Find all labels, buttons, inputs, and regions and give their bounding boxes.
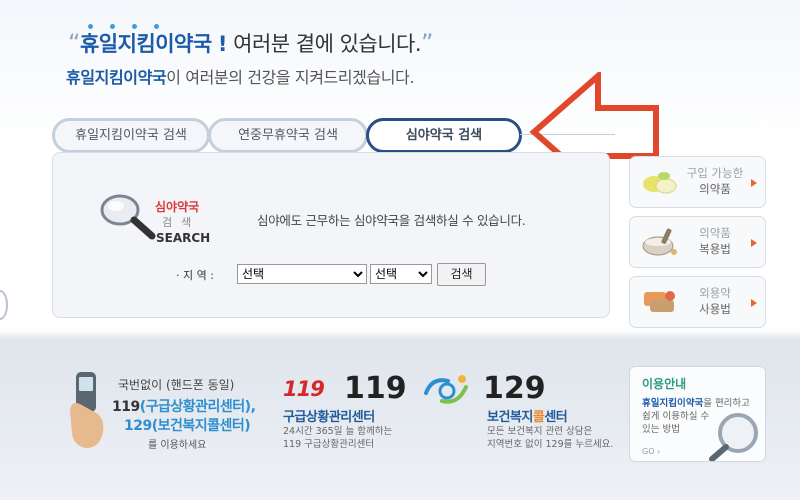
usage-guide-go-link[interactable]: GO ›: [642, 447, 660, 456]
search-logo-subtitle: 검색: [162, 216, 201, 229]
search-logo-english: SEARCH: [156, 231, 211, 245]
usage-guide-desc-line3: 있는 방법: [642, 424, 680, 435]
region-city-select[interactable]: 선택: [237, 264, 367, 284]
phone-info-119: 119: [112, 399, 140, 415]
side-link-available-medicines[interactable]: 구입 가능한의약품: [629, 156, 766, 208]
search-logo-title: 심야약국: [155, 200, 200, 214]
emergency-center-title: 구급상황관리센터: [283, 410, 375, 425]
ointment-icon: [644, 291, 675, 312]
decorative-dots: [88, 14, 178, 48]
region-district-select[interactable]: 선택: [370, 264, 432, 284]
magnifier-icon: [709, 413, 758, 461]
welfare-desc-line2: 지역번호 없이 129를 누르세요.: [487, 439, 614, 450]
headline-text: 여러분 곁에 있습니다.: [233, 32, 422, 56]
side-link-dosage[interactable]: 의약품복용법: [629, 216, 766, 268]
welfare-129-logo-icon: [424, 375, 468, 404]
side-link-line1: 구입 가능한: [686, 166, 744, 180]
arrow-right-icon: [751, 179, 757, 187]
emergency-119-logo: 119: [283, 377, 325, 401]
usage-guide-desc-line2: 쉽게 이용하실 수: [642, 411, 710, 422]
welfare-title-post: 센터: [544, 410, 568, 425]
headline-brand: 휴일지킴이약국: [79, 32, 212, 56]
side-link-label: 구입 가능한의약품: [685, 165, 745, 197]
welfare-center-desc: 모든 보건복지 관련 상담은지역번호 없이 129를 누르세요.: [487, 425, 613, 451]
phone-hand-icon: [70, 372, 104, 448]
hero-subline: 휴일지킴이약국이 여러분의 건강을 지켜드리겠습니다.: [66, 64, 415, 88]
phone-info-119-name: (구급상황관리센터),: [139, 399, 256, 415]
arrow-right-icon: [751, 299, 757, 307]
welfare-desc-line1: 모든 보건복지 관련 상담은: [487, 426, 593, 437]
arrow-right-icon: [751, 239, 757, 247]
hero-headline: “휴일지킴이약국 ! 여러분 곁에 있습니다.”: [68, 28, 433, 58]
side-link-line1: 외용약: [699, 286, 731, 300]
side-link-label: 의약품복용법: [685, 225, 745, 257]
tab-yearround-pharmacy-search[interactable]: 연중무휴약국 검색: [208, 118, 368, 153]
side-link-line1: 의약품: [699, 226, 731, 240]
usage-guide-brand: 휴일지킴이약국: [642, 398, 704, 409]
mortar-icon: [642, 228, 677, 256]
phone-info-line1: 국번없이 (핸드폰 동일): [118, 378, 235, 392]
close-quote: ”: [421, 29, 433, 57]
phone-info-line2: 119(구급상황관리센터),: [112, 396, 256, 416]
side-link-line2: 의약품: [699, 182, 731, 196]
welfare-title-highlight: 콜: [532, 410, 545, 425]
welfare-title-pre: 보건복지: [487, 410, 533, 425]
emergency-number: 119: [344, 371, 407, 406]
side-link-external-use[interactable]: 외용약사용법: [629, 276, 766, 328]
region-label: · 지 역 :: [176, 269, 214, 282]
side-link-label: 외용약사용법: [685, 285, 745, 317]
welfare-center-title: 보건복지콜센터: [487, 406, 568, 425]
tab-holiday-pharmacy-search[interactable]: 휴일지킴이약국 검색: [52, 118, 210, 153]
emergency-desc-line1: 24시간 365일 늘 함께하는: [283, 426, 393, 437]
subline-text: 이 여러분의 건강을 지켜드리겠습니다.: [166, 68, 415, 87]
pills-icon: [643, 172, 677, 194]
usage-guide-title: 이용안내: [642, 377, 687, 391]
headline-exclamation: !: [217, 32, 228, 56]
phone-info-line4: 를 이용하세요: [148, 440, 207, 451]
welfare-number: 129: [483, 371, 546, 406]
left-edge-decoration: [0, 290, 8, 320]
phone-info-line3: 129(보건복지콜센터): [124, 418, 251, 434]
emergency-center-desc: 24시간 365일 늘 함께하는 119 구급상황관리센터: [283, 425, 392, 451]
open-quote: “: [68, 29, 80, 57]
side-link-line2: 사용법: [699, 302, 731, 316]
search-description: 심야에도 근무하는 심야약국을 검색하실 수 있습니다.: [257, 213, 526, 228]
subline-brand: 휴일지킴이약국: [66, 68, 167, 87]
emergency-desc-line2: 119 구급상황관리센터: [283, 439, 375, 450]
usage-guide-box[interactable]: 이용안내 휴일지킴이약국을 편리하고 쉽게 이용하실 수 있는 방법 GO ›: [629, 366, 766, 462]
search-button[interactable]: 검색: [437, 263, 486, 286]
side-link-line2: 복용법: [699, 242, 731, 256]
tab-night-pharmacy-search[interactable]: 심야약국 검색: [366, 118, 522, 153]
magnifier-icon: [100, 194, 156, 240]
